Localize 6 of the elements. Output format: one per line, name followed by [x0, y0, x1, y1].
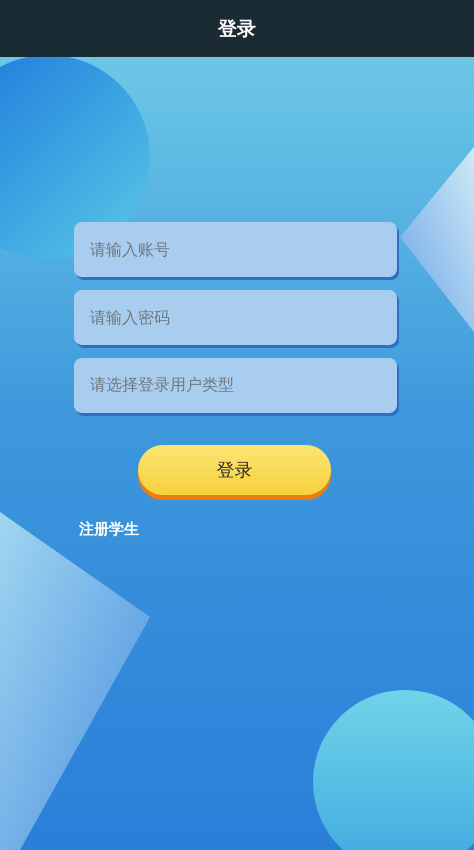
login-button[interactable]: 登录 — [138, 445, 331, 495]
page-title: 登录 — [218, 16, 256, 42]
password-field[interactable]: 请输入密码 — [74, 290, 397, 345]
account-field[interactable]: 请输入账号 — [74, 222, 397, 277]
user-type-select[interactable]: 请选择登录用户类型 — [74, 358, 397, 413]
register-link[interactable]: 注册学生 — [79, 520, 139, 539]
